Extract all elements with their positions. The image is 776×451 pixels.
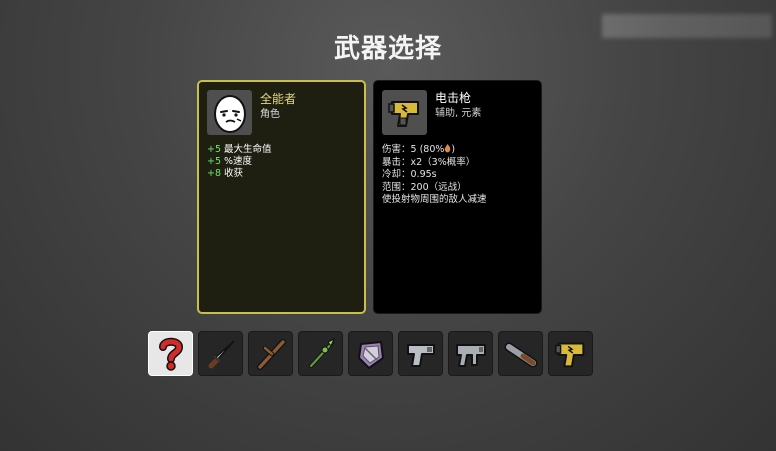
taser-icon [554, 342, 584, 367]
stat-value: +5 [207, 156, 222, 167]
taser-icon [387, 100, 419, 127]
stick-icon [256, 338, 286, 370]
egg-face-icon [213, 94, 246, 133]
slot-random[interactable] [148, 331, 193, 376]
slot-shield[interactable] [348, 331, 393, 376]
damage-close: ) [451, 144, 456, 155]
spear-icon [308, 337, 335, 368]
slot-shotgun[interactable] [498, 331, 543, 376]
weapon-portrait [382, 90, 427, 135]
slot-taser[interactable] [548, 331, 593, 376]
stat-row: +8 收获 [207, 168, 272, 180]
knife-icon [208, 339, 235, 368]
stat-row: +5 %速度 [207, 156, 272, 168]
question-mark-icon [158, 337, 183, 371]
page-title: 武器选择 [333, 34, 442, 64]
slot-smg[interactable] [448, 331, 493, 376]
character-portrait [207, 90, 252, 135]
weapon-damage: 伤害：5 (80%) [382, 144, 487, 157]
smg-icon [455, 343, 486, 367]
weapon-panel: 电击枪 辅助, 元素 伤害：5 (80%) 暴击：x2（3%概率） 冷却：0.9… [373, 80, 542, 314]
weapon-effect: 使投射物周围的敌人减速 [382, 194, 487, 205]
weapon-cooldown: 冷却：0.95s [382, 169, 437, 180]
shotgun-icon [504, 342, 537, 367]
character-stats: +5 最大生命值 +5 %速度 +8 收获 [207, 144, 272, 180]
weapon-tags: 辅助, 元素 [435, 108, 482, 119]
weapon-range: 范围：200（远战） [382, 181, 467, 193]
slot-stick[interactable] [248, 331, 293, 376]
stat-value: +8 [207, 168, 222, 179]
slot-knife[interactable] [198, 331, 243, 376]
stat-label: %速度 [224, 156, 253, 167]
stat-row: +5 最大生命值 [207, 144, 272, 156]
stat-label: 最大生命值 [224, 144, 272, 155]
slot-spear[interactable] [298, 331, 343, 376]
stat-label: 收获 [224, 168, 244, 179]
character-type: 角色 [260, 109, 280, 120]
character-panel: 全能者 角色 +5 最大生命值 +5 %速度 +8 收获 [197, 80, 366, 314]
damage-text: 伤害：5 (80% [382, 144, 445, 155]
weapon-stats: 伤害：5 (80%) 暴击：x2（3%概率） 冷却：0.95s 范围：200（远… [382, 144, 487, 207]
stat-value: +5 [207, 144, 222, 155]
slot-pistol[interactable] [398, 331, 443, 376]
pistol-icon [406, 343, 435, 367]
shield-icon [357, 340, 384, 369]
weapon-crit: 暴击：x2（3%概率） [382, 156, 476, 168]
